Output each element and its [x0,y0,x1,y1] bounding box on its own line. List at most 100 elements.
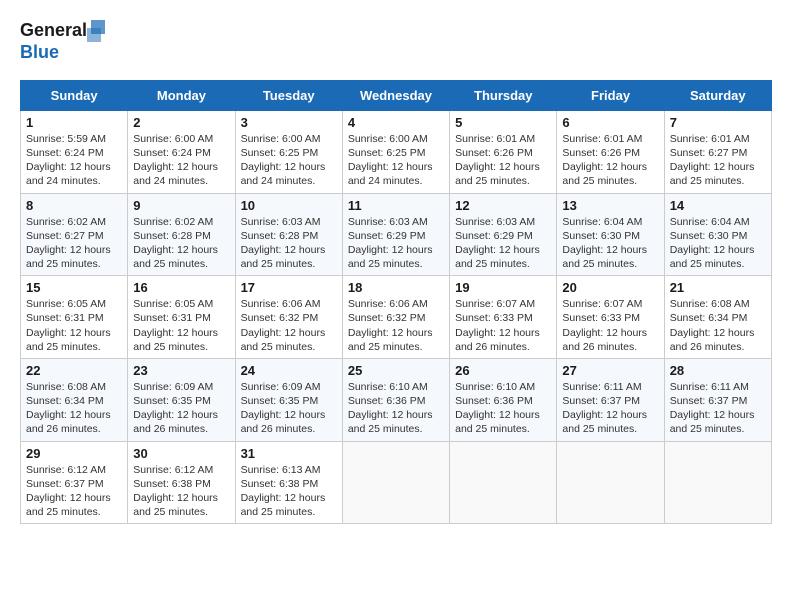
day-info: Sunrise: 6:06 AM Sunset: 6:32 PM Dayligh… [241,297,337,354]
day-number: 29 [26,446,122,461]
day-number: 22 [26,363,122,378]
calendar-cell: 13 Sunrise: 6:04 AM Sunset: 6:30 PM Dayli… [557,193,664,276]
calendar-cell: 2Sunrise: 6:00 AM Sunset: 6:24 PM Daylig… [128,110,235,193]
calendar-cell [664,441,771,524]
calendar-cell: 11 Sunrise: 6:03 AM Sunset: 6:29 PM Dayli… [342,193,449,276]
day-info: Sunrise: 6:08 AM Sunset: 6:34 PM Dayligh… [26,380,122,437]
calendar-week-row: 29 Sunrise: 6:12 AM Sunset: 6:37 PM Dayli… [21,441,772,524]
day-info: Sunrise: 6:12 AM Sunset: 6:37 PM Dayligh… [26,463,122,520]
day-number: 14 [670,198,766,213]
calendar-cell: 5Sunrise: 6:01 AM Sunset: 6:26 PM Daylig… [450,110,557,193]
calendar-cell: 19 Sunrise: 6:07 AM Sunset: 6:33 PM Dayli… [450,276,557,359]
day-number: 31 [241,446,337,461]
day-info: Sunrise: 6:02 AM Sunset: 6:27 PM Dayligh… [26,215,122,272]
day-number: 24 [241,363,337,378]
day-header-tuesday: Tuesday [235,80,342,110]
calendar-cell: 15 Sunrise: 6:05 AM Sunset: 6:31 PM Dayli… [21,276,128,359]
calendar-cell: 6Sunrise: 6:01 AM Sunset: 6:26 PM Daylig… [557,110,664,193]
calendar-cell [557,441,664,524]
day-info: Sunrise: 6:11 AM Sunset: 6:37 PM Dayligh… [562,380,658,437]
calendar-cell: 21 Sunrise: 6:08 AM Sunset: 6:34 PM Dayli… [664,276,771,359]
day-number: 28 [670,363,766,378]
calendar-week-row: 1 Sunrise: 5:59 AM Sunset: 6:24 PM Daylig… [21,110,772,193]
day-number: 4 [348,115,444,130]
day-number: 30 [133,446,229,461]
calendar-cell: 4 Sunrise: 6:00 AM Sunset: 6:25 PM Daylig… [342,110,449,193]
day-info: Sunrise: 6:07 AM Sunset: 6:33 PM Dayligh… [455,297,551,354]
day-info: Sunrise: 6:02 AM Sunset: 6:28 PM Dayligh… [133,215,229,272]
calendar-cell: 22 Sunrise: 6:08 AM Sunset: 6:34 PM Dayli… [21,358,128,441]
calendar-cell: 23Sunrise: 6:09 AM Sunset: 6:35 PM Dayli… [128,358,235,441]
calendar-cell: 31 Sunrise: 6:13 AM Sunset: 6:38 PM Dayli… [235,441,342,524]
calendar-table: SundayMondayTuesdayWednesdayThursdayFrid… [20,80,772,524]
day-info: Sunrise: 6:01 AM Sunset: 6:26 PM Dayligh… [455,132,551,189]
day-info: Sunrise: 6:03 AM Sunset: 6:29 PM Dayligh… [455,215,551,272]
calendar-week-row: 8 Sunrise: 6:02 AM Sunset: 6:27 PM Daylig… [21,193,772,276]
calendar-cell: 25 Sunrise: 6:10 AM Sunset: 6:36 PM Dayli… [342,358,449,441]
day-info: Sunrise: 6:03 AM Sunset: 6:29 PM Dayligh… [348,215,444,272]
calendar-cell: 28 Sunrise: 6:11 AM Sunset: 6:37 PM Dayli… [664,358,771,441]
day-number: 20 [562,280,658,295]
calendar-cell: 20 Sunrise: 6:07 AM Sunset: 6:33 PM Dayli… [557,276,664,359]
day-number: 8 [26,198,122,213]
day-info: Sunrise: 6:04 AM Sunset: 6:30 PM Dayligh… [562,215,658,272]
day-number: 19 [455,280,551,295]
day-number: 13 [562,198,658,213]
logo: General Blue [20,20,105,64]
calendar-week-row: 15 Sunrise: 6:05 AM Sunset: 6:31 PM Dayli… [21,276,772,359]
day-info: Sunrise: 6:04 AM Sunset: 6:30 PM Dayligh… [670,215,766,272]
calendar-cell: 14 Sunrise: 6:04 AM Sunset: 6:30 PM Dayli… [664,193,771,276]
day-number: 27 [562,363,658,378]
day-info: Sunrise: 6:03 AM Sunset: 6:28 PM Dayligh… [241,215,337,272]
day-info: Sunrise: 6:10 AM Sunset: 6:36 PM Dayligh… [348,380,444,437]
day-header-thursday: Thursday [450,80,557,110]
day-header-sunday: Sunday [21,80,128,110]
calendar-cell: 18 Sunrise: 6:06 AM Sunset: 6:32 PM Dayli… [342,276,449,359]
day-header-monday: Monday [128,80,235,110]
day-number: 16 [133,280,229,295]
calendar-cell [342,441,449,524]
day-info: Sunrise: 6:06 AM Sunset: 6:32 PM Dayligh… [348,297,444,354]
day-info: Sunrise: 5:59 AM Sunset: 6:24 PM Dayligh… [26,132,122,189]
day-info: Sunrise: 6:01 AM Sunset: 6:27 PM Dayligh… [670,132,766,189]
day-number: 7 [670,115,766,130]
day-info: Sunrise: 6:07 AM Sunset: 6:33 PM Dayligh… [562,297,658,354]
day-info: Sunrise: 6:08 AM Sunset: 6:34 PM Dayligh… [670,297,766,354]
calendar-cell: 24 Sunrise: 6:09 AM Sunset: 6:35 PM Dayli… [235,358,342,441]
calendar-cell: 16Sunrise: 6:05 AM Sunset: 6:31 PM Dayli… [128,276,235,359]
day-info: Sunrise: 6:05 AM Sunset: 6:31 PM Dayligh… [26,297,122,354]
calendar-header-row: SundayMondayTuesdayWednesdayThursdayFrid… [21,80,772,110]
day-info: Sunrise: 6:00 AM Sunset: 6:25 PM Dayligh… [348,132,444,189]
calendar-cell: 30 Sunrise: 6:12 AM Sunset: 6:38 PM Dayli… [128,441,235,524]
logo-text: General Blue [20,20,105,64]
day-number: 1 [26,115,122,130]
calendar-cell: 9Sunrise: 6:02 AM Sunset: 6:28 PM Daylig… [128,193,235,276]
day-header-friday: Friday [557,80,664,110]
calendar-cell: 26 Sunrise: 6:10 AM Sunset: 6:36 PM Dayli… [450,358,557,441]
day-number: 17 [241,280,337,295]
day-number: 3 [241,115,337,130]
day-number: 26 [455,363,551,378]
calendar-cell: 10 Sunrise: 6:03 AM Sunset: 6:28 PM Dayli… [235,193,342,276]
day-number: 10 [241,198,337,213]
calendar-cell: 1 Sunrise: 5:59 AM Sunset: 6:24 PM Daylig… [21,110,128,193]
calendar-cell: 7 Sunrise: 6:01 AM Sunset: 6:27 PM Daylig… [664,110,771,193]
day-header-wednesday: Wednesday [342,80,449,110]
calendar-cell: 29 Sunrise: 6:12 AM Sunset: 6:37 PM Dayli… [21,441,128,524]
day-info: Sunrise: 6:10 AM Sunset: 6:36 PM Dayligh… [455,380,551,437]
day-info: Sunrise: 6:13 AM Sunset: 6:38 PM Dayligh… [241,463,337,520]
day-info: Sunrise: 6:12 AM Sunset: 6:38 PM Dayligh… [133,463,229,520]
day-number: 2 [133,115,229,130]
day-info: Sunrise: 6:11 AM Sunset: 6:37 PM Dayligh… [670,380,766,437]
day-info: Sunrise: 6:09 AM Sunset: 6:35 PM Dayligh… [241,380,337,437]
day-number: 18 [348,280,444,295]
day-number: 11 [348,198,444,213]
day-number: 15 [26,280,122,295]
calendar-body: 1 Sunrise: 5:59 AM Sunset: 6:24 PM Daylig… [21,110,772,523]
day-number: 25 [348,363,444,378]
day-number: 21 [670,280,766,295]
day-number: 6 [562,115,658,130]
calendar-cell: 17 Sunrise: 6:06 AM Sunset: 6:32 PM Dayli… [235,276,342,359]
calendar-cell [450,441,557,524]
calendar-cell: 27 Sunrise: 6:11 AM Sunset: 6:37 PM Dayli… [557,358,664,441]
